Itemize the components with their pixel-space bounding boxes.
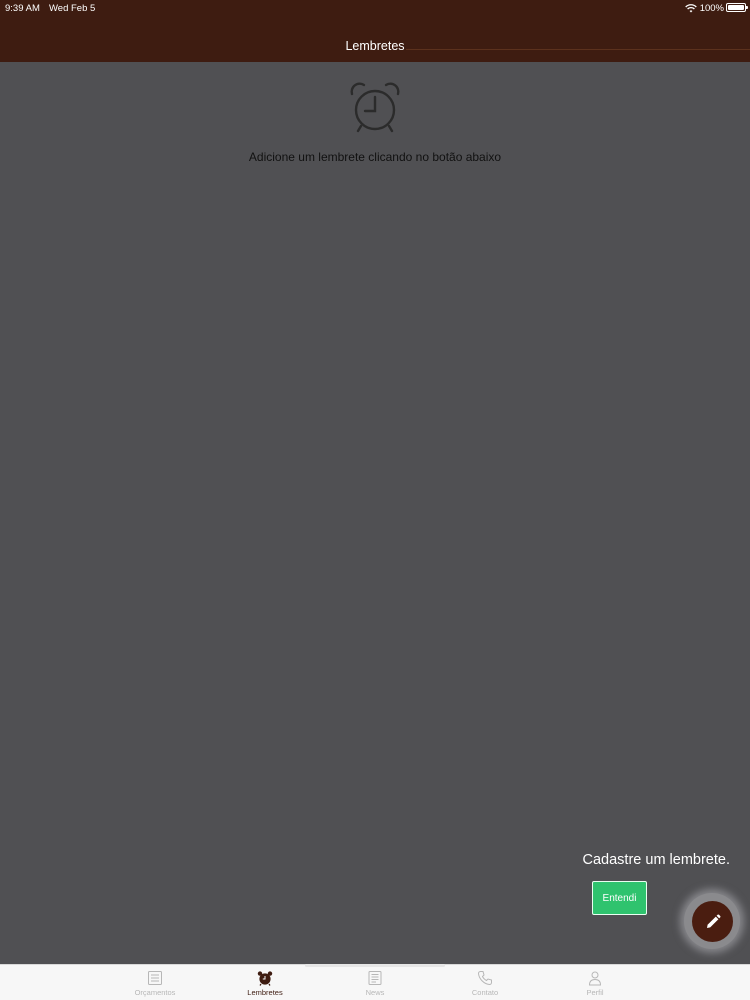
alarm-clock-icon	[350, 82, 400, 133]
newspaper-icon	[368, 971, 382, 985]
add-reminder-button[interactable]	[692, 901, 733, 942]
phone-icon	[477, 971, 492, 986]
tab-bar-handle	[305, 964, 445, 967]
wifi-icon	[684, 4, 697, 13]
list-icon	[148, 971, 162, 985]
tab-label: Contato	[471, 988, 499, 997]
navigation-header: 9:39 AM Wed Feb 5 100% Lembretes	[0, 0, 750, 62]
tab-label: Perfil	[586, 988, 604, 997]
status-date: Wed Feb 5	[49, 3, 96, 14]
tab-label: Lembretes	[247, 988, 283, 997]
tab-label: Orçamentos	[134, 988, 176, 997]
battery-percent: 100%	[699, 3, 724, 14]
tooltip-message: Cadastre um lembrete.	[582, 852, 730, 868]
status-right: 100%	[684, 3, 724, 14]
pencil-icon	[706, 914, 720, 928]
tab-perfil[interactable]: Perfil	[550, 967, 640, 999]
tab-label: News	[365, 988, 385, 997]
battery-fill	[728, 5, 744, 10]
status-bar: 9:39 AM Wed Feb 5 100%	[0, 0, 750, 16]
tab-orcamentos[interactable]: Orçamentos	[110, 967, 200, 999]
status-time: 9:39 AM	[5, 3, 40, 14]
tab-lembretes[interactable]: Lembretes	[220, 967, 310, 999]
understood-button[interactable]: Entendi	[592, 881, 647, 915]
alarm-clock-icon	[257, 971, 273, 986]
battery-icon	[726, 3, 748, 12]
tab-bar: Orçamentos Lembretes News Contato Perfil	[0, 964, 750, 1000]
empty-state-message: Adicione um lembrete clicando no botão a…	[248, 150, 502, 164]
tab-news[interactable]: News	[330, 967, 420, 999]
tab-contato[interactable]: Contato	[440, 967, 530, 999]
header-divider	[406, 49, 750, 50]
user-icon	[588, 971, 602, 986]
page-title: Lembretes	[345, 39, 405, 53]
